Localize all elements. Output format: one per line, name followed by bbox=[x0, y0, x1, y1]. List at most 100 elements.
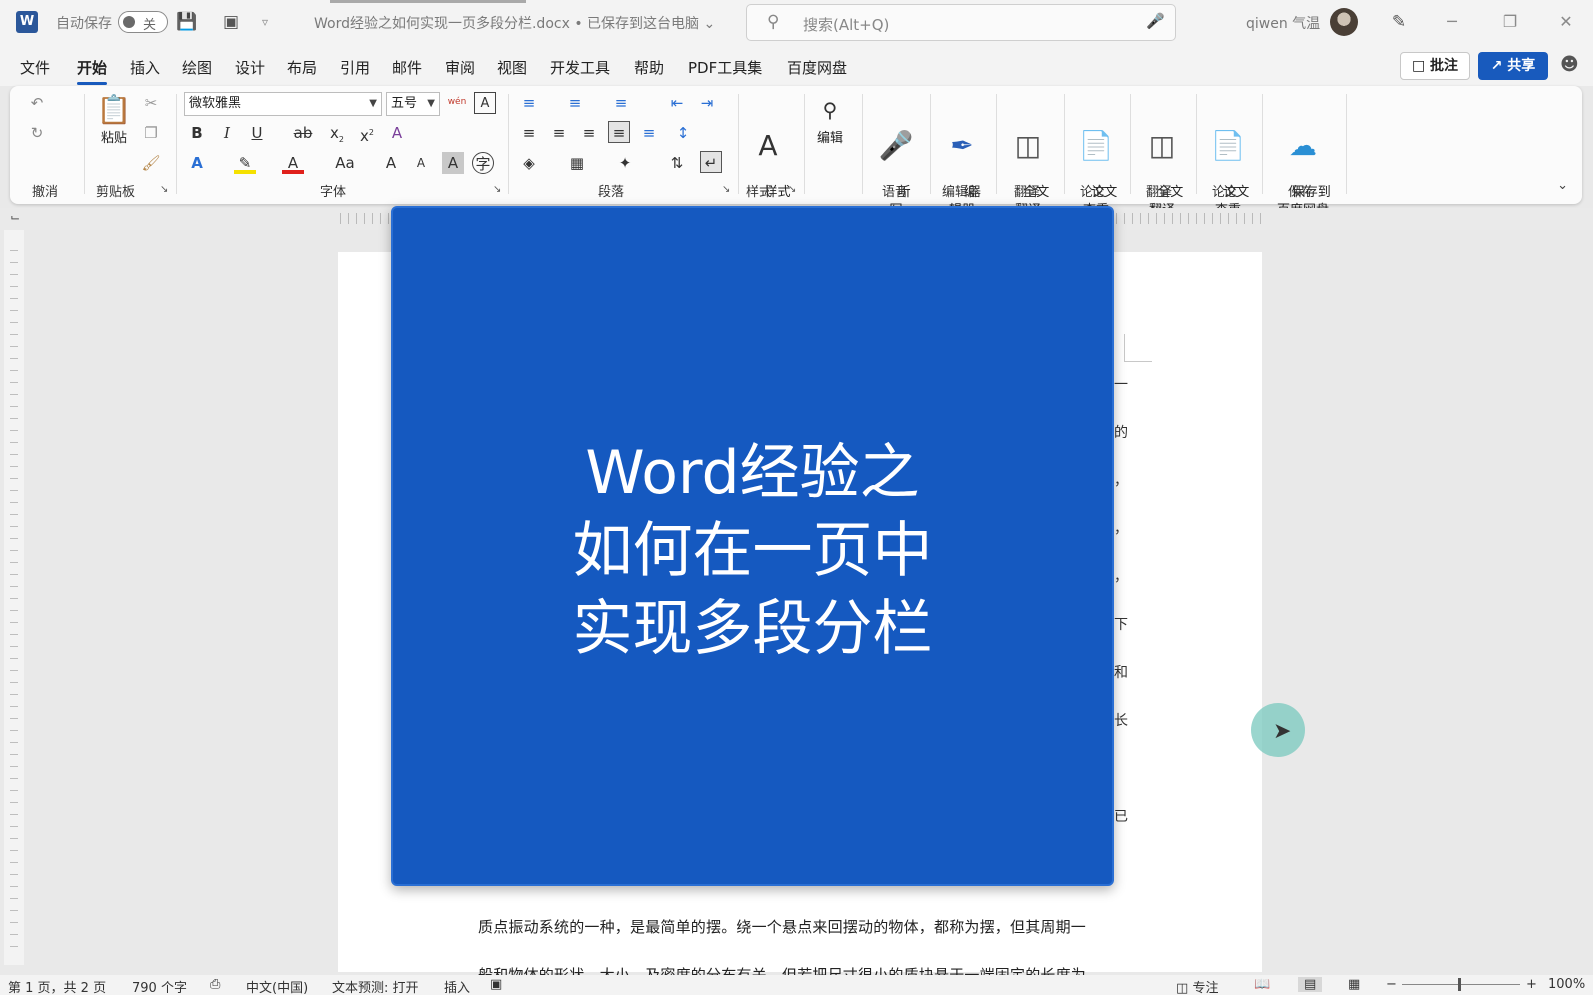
chinese-layout-icon[interactable]: ✦ bbox=[614, 152, 636, 174]
save-icon[interactable]: 💾 bbox=[176, 11, 198, 33]
tab-review[interactable]: 审阅 bbox=[445, 57, 475, 78]
justify-icon[interactable]: ≡ bbox=[608, 121, 630, 143]
styles-launcher-icon[interactable]: ↘ bbox=[788, 184, 796, 195]
format-painter-icon[interactable]: 🖌 bbox=[140, 152, 162, 174]
zoom-in-button[interactable]: + bbox=[1526, 977, 1537, 992]
font-name-select[interactable]: 微软雅黑 ▼ bbox=[184, 92, 382, 116]
edit-button[interactable]: ⚲ 编辑 bbox=[810, 90, 850, 148]
decrease-indent-icon[interactable]: ⇤ bbox=[666, 92, 688, 114]
proofing-icon[interactable]: ⎙ bbox=[210, 977, 220, 992]
distributed-icon[interactable]: ≡ bbox=[638, 122, 660, 144]
tab-home[interactable]: 开始 bbox=[77, 57, 108, 85]
align-left-icon[interactable]: ≡ bbox=[518, 122, 540, 144]
autosave-toggle[interactable]: 关 bbox=[118, 11, 168, 33]
increase-indent-icon[interactable]: ⇥ bbox=[696, 92, 718, 114]
group-separator bbox=[862, 94, 863, 194]
vertical-ruler[interactable] bbox=[4, 230, 24, 965]
paste-button[interactable]: 📋 粘贴 bbox=[94, 90, 134, 148]
share-button[interactable]: ↗ 共享 bbox=[1478, 52, 1548, 80]
page-text-fragment: 和 bbox=[1114, 665, 1128, 681]
close-button[interactable]: ✕ bbox=[1554, 10, 1578, 34]
tab-view[interactable]: 视图 bbox=[497, 57, 527, 78]
superscript-button[interactable]: x2 bbox=[356, 122, 378, 145]
italic-button[interactable]: I bbox=[216, 122, 238, 144]
page-count[interactable]: 第 1 页，共 2 页 bbox=[8, 977, 106, 995]
bullets-icon[interactable]: ≡ bbox=[518, 92, 540, 114]
shrink-font-button[interactable]: A bbox=[410, 152, 432, 174]
zoom-level[interactable]: 100% bbox=[1548, 977, 1585, 992]
clipboard-launcher-icon[interactable]: ↘ bbox=[160, 184, 168, 195]
char-border-icon[interactable]: A bbox=[474, 92, 496, 114]
paragraph-launcher-icon[interactable]: ↘ bbox=[722, 184, 730, 195]
avatar[interactable] bbox=[1330, 8, 1358, 36]
web-layout-icon[interactable]: ▦ bbox=[1348, 977, 1360, 992]
text-effect-icon[interactable]: A bbox=[186, 152, 208, 174]
document-title[interactable]: Word经验之如何实现一页多段分栏.docx • 已保存到这台电脑 ⌄ bbox=[314, 13, 715, 33]
tab-help[interactable]: 帮助 bbox=[634, 57, 664, 78]
enclose-char-icon[interactable]: 字 bbox=[472, 152, 494, 174]
zoom-out-button[interactable]: − bbox=[1386, 977, 1397, 992]
redo-icon[interactable]: ↻ bbox=[26, 122, 48, 144]
tab-insert[interactable]: 插入 bbox=[130, 57, 160, 78]
comment-button[interactable]: □ 批注 bbox=[1400, 52, 1470, 80]
borders-icon[interactable]: ▦ bbox=[566, 152, 588, 174]
clear-format-icon[interactable]: A bbox=[386, 122, 408, 144]
multilevel-list-icon[interactable]: ≡ bbox=[610, 92, 632, 114]
phonetic-guide-icon[interactable]: wén bbox=[446, 91, 468, 113]
highlight-icon[interactable]: ✎ bbox=[234, 152, 256, 174]
char-shading-icon[interactable]: A bbox=[442, 152, 464, 174]
customize-icon[interactable]: ▿ bbox=[254, 11, 276, 33]
show-marks-icon[interactable]: ↵ bbox=[700, 151, 722, 173]
strikethrough-button[interactable]: ab bbox=[292, 122, 314, 144]
macro-record-icon[interactable]: ▣ bbox=[490, 977, 502, 992]
shading-icon[interactable]: ◈ bbox=[518, 152, 540, 174]
tab-baidu-netdisk[interactable]: 百度网盘 bbox=[787, 57, 847, 78]
text-prediction-status[interactable]: 文本预测: 打开 bbox=[332, 977, 419, 995]
line-spacing-icon[interactable]: ↕ bbox=[672, 122, 694, 144]
tab-pdf-tools[interactable]: PDF工具集 bbox=[688, 57, 762, 78]
word-count[interactable]: 790 个字 bbox=[132, 977, 187, 995]
group-paragraph-label: 段落 bbox=[598, 185, 625, 200]
grow-font-button[interactable]: A bbox=[380, 152, 402, 174]
search-box[interactable]: ⚲ 搜索(Alt+Q) 🎤 bbox=[746, 4, 1176, 41]
tab-draw[interactable]: 绘图 bbox=[182, 57, 212, 78]
undo-icon[interactable]: ↶ bbox=[26, 92, 48, 114]
tab-stop-selector-icon[interactable]: ⌙ bbox=[10, 210, 20, 224]
person-icon[interactable]: ☻ bbox=[1560, 54, 1579, 75]
zoom-slider-thumb[interactable] bbox=[1458, 978, 1461, 991]
cut-icon[interactable]: ✂ bbox=[140, 92, 162, 114]
ribbon-collapse-icon[interactable]: ⌄ bbox=[1557, 178, 1568, 193]
zoom-slider-track[interactable] bbox=[1402, 984, 1520, 985]
font-size-select[interactable]: 五号 ▼ bbox=[386, 92, 440, 116]
minimize-button[interactable]: ─ bbox=[1440, 10, 1464, 34]
subscript-button[interactable]: x2 bbox=[326, 122, 348, 144]
tab-mailings[interactable]: 邮件 bbox=[392, 57, 422, 78]
underline-button[interactable]: U bbox=[246, 122, 268, 144]
tab-references[interactable]: 引用 bbox=[340, 57, 370, 78]
tab-layout[interactable]: 布局 bbox=[287, 57, 317, 78]
font-launcher-icon[interactable]: ↘ bbox=[493, 184, 501, 195]
pen-icon[interactable]: ✎ bbox=[1388, 11, 1410, 33]
bold-button[interactable]: B bbox=[186, 122, 208, 144]
align-right-icon[interactable]: ≡ bbox=[578, 122, 600, 144]
restore-button[interactable]: ❐ bbox=[1498, 10, 1522, 34]
tab-design[interactable]: 设计 bbox=[235, 57, 265, 78]
styles-button[interactable]: A 样式 bbox=[748, 90, 790, 220]
focus-mode-button[interactable]: ◫ 专注 bbox=[1176, 977, 1218, 995]
tab-file[interactable]: 文件 bbox=[20, 57, 50, 78]
numbering-icon[interactable]: ≡ bbox=[564, 92, 586, 114]
font-color-icon[interactable]: A bbox=[282, 152, 304, 174]
mic-icon[interactable]: 🎤 bbox=[1146, 12, 1165, 30]
tab-developer[interactable]: 开发工具 bbox=[550, 57, 610, 78]
insert-mode-indicator[interactable]: 插入 bbox=[444, 977, 470, 995]
print-layout-icon[interactable]: ▤ bbox=[1298, 977, 1323, 992]
change-case-button[interactable]: Aa bbox=[330, 152, 360, 174]
language-indicator[interactable]: 中文(中国) bbox=[246, 977, 308, 995]
presenter-icon[interactable]: ▣ bbox=[220, 11, 242, 33]
user-name[interactable]: qiwen 气温 bbox=[1246, 13, 1320, 33]
sort-icon[interactable]: ⇅ bbox=[666, 152, 688, 174]
comment-icon: □ bbox=[1411, 58, 1426, 74]
copy-icon[interactable]: ❐ bbox=[140, 122, 162, 144]
align-center-icon[interactable]: ≡ bbox=[548, 122, 570, 144]
read-mode-icon[interactable]: 📖 bbox=[1254, 977, 1270, 992]
